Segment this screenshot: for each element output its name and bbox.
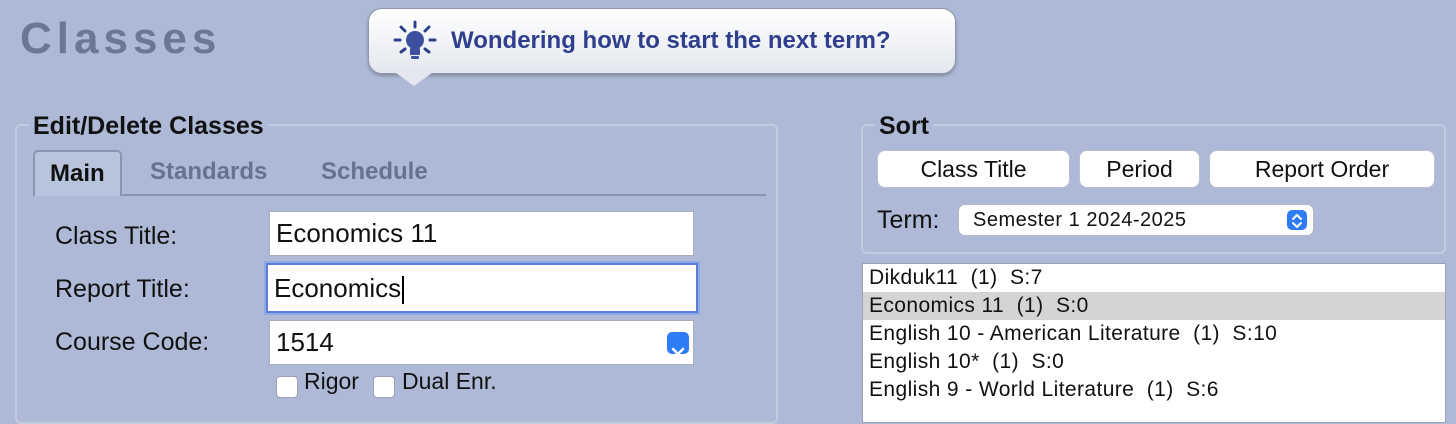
report-title-value: Economics bbox=[274, 273, 402, 303]
course-code-label: Course Code: bbox=[55, 328, 210, 356]
sort-legend: Sort bbox=[875, 112, 933, 141]
report-title-label: Report Title: bbox=[55, 275, 190, 303]
page-title: Classes bbox=[20, 14, 222, 63]
dual-enrollment-checkbox[interactable] bbox=[373, 376, 395, 398]
dual-enrollment-label: Dual Enr. bbox=[402, 368, 497, 394]
course-code-value: 1514 bbox=[276, 327, 334, 357]
class-list-item[interactable]: Dikduk11 (1) S:7 bbox=[863, 264, 1445, 292]
report-title-input[interactable]: Economics bbox=[266, 263, 698, 313]
rigor-label: Rigor bbox=[304, 368, 359, 394]
lightbulb-icon bbox=[393, 20, 437, 59]
hint-tail bbox=[392, 70, 436, 86]
next-term-hint-button[interactable]: Wondering how to start the next term? bbox=[368, 8, 956, 74]
class-title-label: Class Title: bbox=[55, 222, 178, 250]
sort-report-order-button[interactable]: Report Order bbox=[1209, 150, 1435, 188]
term-select[interactable]: Semester 1 2024-2025 bbox=[958, 204, 1314, 236]
rigor-checkbox[interactable] bbox=[276, 376, 298, 398]
edit-tabs: Main Standards Schedule bbox=[33, 150, 766, 196]
tab-schedule[interactable]: Schedule bbox=[321, 150, 428, 194]
chevron-down-icon bbox=[667, 332, 689, 356]
text-caret bbox=[402, 276, 405, 305]
course-code-select[interactable]: 1514 bbox=[269, 320, 694, 365]
hint-text: Wondering how to start the next term? bbox=[451, 27, 891, 54]
class-title-input[interactable]: Economics 11 bbox=[269, 211, 694, 256]
tab-main[interactable]: Main bbox=[33, 150, 122, 196]
class-list-item[interactable]: English 10 - American Literature (1) S:1… bbox=[863, 320, 1445, 348]
class-list-item[interactable]: English 10* (1) S:0 bbox=[863, 348, 1445, 376]
class-list-item[interactable]: English 9 - World Literature (1) S:6 bbox=[863, 376, 1445, 404]
tab-standards[interactable]: Standards bbox=[150, 150, 267, 194]
updown-chevron-icon bbox=[1287, 210, 1307, 230]
class-list[interactable]: Dikduk11 (1) S:7 Economics 11 (1) S:0 En… bbox=[862, 263, 1446, 423]
term-value: Semester 1 2024-2025 bbox=[973, 209, 1187, 231]
class-list-item-selected[interactable]: Economics 11 (1) S:0 bbox=[863, 292, 1445, 320]
sort-period-button[interactable]: Period bbox=[1079, 150, 1200, 188]
term-label: Term: bbox=[877, 206, 940, 234]
class-title-value: Economics 11 bbox=[276, 218, 438, 248]
edit-classes-legend: Edit/Delete Classes bbox=[29, 112, 268, 141]
sort-class-title-button[interactable]: Class Title bbox=[877, 150, 1070, 188]
